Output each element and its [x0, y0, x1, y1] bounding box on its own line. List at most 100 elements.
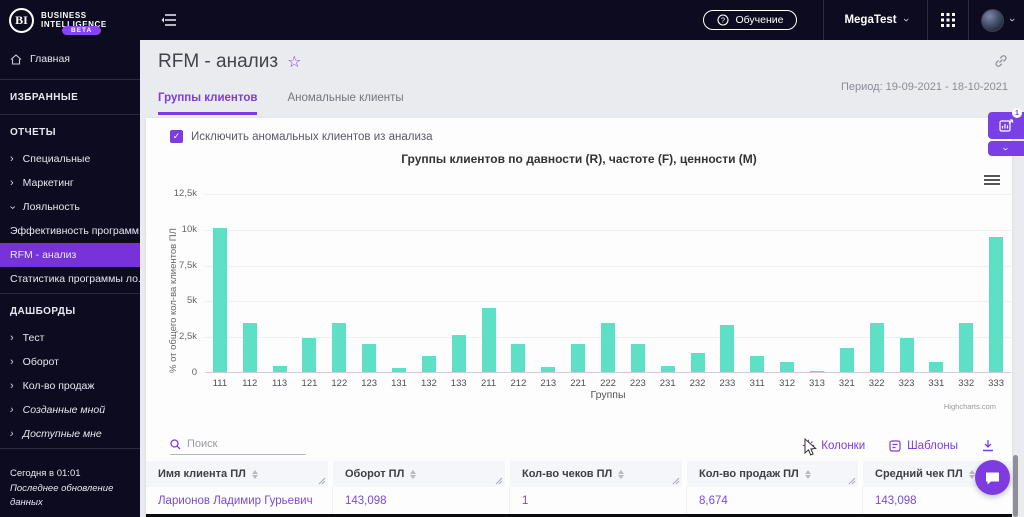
x-tick-label: 321: [838, 378, 855, 389]
column-resize-handle[interactable]: [318, 477, 326, 485]
avatar: [981, 8, 1005, 32]
sidebar-item[interactable]: › Кол-во продаж: [0, 374, 140, 398]
sidebar-item[interactable]: › Оборот: [0, 350, 140, 374]
report-settings-button[interactable]: 1: [988, 108, 1024, 139]
bar-132[interactable]: [421, 355, 436, 372]
sidebar-item[interactable]: › Специальные: [0, 147, 140, 171]
y-tick-label: 0: [191, 367, 197, 378]
x-tick-label: 131: [391, 378, 407, 389]
bar-223[interactable]: [630, 344, 645, 372]
x-tick-label: 132: [420, 378, 437, 389]
favorite-star-icon[interactable]: ☆: [287, 52, 301, 72]
tab-0[interactable]: Группы клиентов: [158, 92, 258, 115]
sidebar: Главная ИЗБРАННЫЕ ОТЧЕТЫ › Специальные › Марк…: [0, 40, 148, 517]
bar-213[interactable]: [541, 367, 556, 372]
chart-menu-button[interactable]: [984, 173, 1000, 187]
client-name-link[interactable]: Ларионов Ладимир Гурьевич: [146, 487, 333, 516]
top-header: BI BUSINESS INTELLIGENCE BETA ? Обучение…: [0, 0, 1024, 40]
bar-113[interactable]: [272, 365, 287, 372]
columns-button[interactable]: Колонки: [802, 439, 865, 452]
x-tick-label: 332: [958, 378, 975, 389]
search-input[interactable]: [187, 438, 297, 450]
column-header[interactable]: Кол-во продаж ПЛ: [687, 461, 863, 487]
workspace-dropdown[interactable]: MegaTest ›: [824, 0, 927, 40]
training-button[interactable]: ? Обучение: [703, 10, 798, 30]
sidebar-item[interactable]: › Доступные мне: [0, 422, 140, 446]
bar-211[interactable]: [481, 308, 496, 372]
help-circle-icon: ?: [717, 14, 729, 26]
exclude-anomalous-checkbox[interactable]: ✓: [170, 130, 183, 143]
chat-button[interactable]: [975, 460, 1010, 495]
last-update-note: Последнее обновление данных: [10, 482, 114, 508]
sidebar-item[interactable]: RFM - анализ: [0, 243, 140, 267]
bar-333[interactable]: [989, 237, 1004, 372]
columns-button-label: Колонки: [821, 439, 866, 452]
bar-111[interactable]: [212, 228, 227, 372]
column-header[interactable]: Кол-во чеков ПЛ: [510, 461, 687, 487]
bar-133[interactable]: [451, 335, 466, 372]
gridline: [205, 229, 1011, 231]
user-menu[interactable]: ›: [969, 0, 1024, 40]
bar-222[interactable]: [601, 323, 615, 372]
bar-212[interactable]: [511, 344, 526, 372]
sidebar-item[interactable]: › Тест: [0, 326, 140, 350]
sidebar-item-home[interactable]: Главная: [0, 40, 140, 77]
x-tick-label: 123: [361, 378, 378, 389]
share-link-icon[interactable]: [994, 54, 1008, 73]
table-row: Ларионов Ладимир Гурьевич 143,098 1 8,674 14…: [146, 487, 1012, 516]
x-tick-label: 211: [481, 378, 497, 389]
apps-grid-button[interactable]: [928, 0, 968, 40]
bar-231[interactable]: [660, 366, 675, 372]
sidebar-item-label: Главная: [30, 53, 70, 65]
sort-icon[interactable]: [804, 469, 811, 479]
bar-322[interactable]: [869, 322, 884, 372]
column-resize-handle[interactable]: [495, 477, 503, 485]
tab-1[interactable]: Аномальные клиенты: [287, 92, 403, 115]
sidebar-section-title: ДАШБОРДЫ: [10, 306, 76, 317]
sidebar-item[interactable]: › Маркетинг: [0, 171, 140, 195]
sort-icon[interactable]: [618, 469, 625, 479]
bar-112[interactable]: [242, 323, 257, 372]
report-settings-expand-button[interactable]: ›: [988, 141, 1024, 156]
sidebar-item[interactable]: Эффективность программ...: [0, 219, 148, 243]
download-button[interactable]: [982, 439, 994, 452]
svg-text:?: ?: [721, 16, 725, 25]
column-header[interactable]: Оборот ПЛ: [333, 461, 510, 487]
bar-332[interactable]: [959, 323, 974, 372]
bar-331[interactable]: [929, 361, 944, 372]
sidebar-item[interactable]: › Созданные мной: [0, 398, 140, 422]
bar-221[interactable]: [571, 344, 586, 372]
bar-122[interactable]: [332, 322, 347, 372]
templates-button[interactable]: Шаблоны: [889, 440, 958, 452]
table-search[interactable]: [170, 438, 306, 455]
home-icon: [10, 53, 22, 65]
bar-121[interactable]: [302, 337, 317, 372]
sort-icon[interactable]: [251, 469, 258, 479]
bar-323[interactable]: [899, 338, 914, 372]
bar-123[interactable]: [362, 344, 377, 372]
x-tick-label: 221: [570, 378, 587, 389]
sort-icon[interactable]: [968, 469, 975, 479]
table-cell: 143,098: [333, 487, 510, 516]
column-resize-handle[interactable]: [848, 477, 856, 485]
sidebar-item[interactable]: Статистика программы ло...: [0, 267, 147, 291]
vertical-scrollbar[interactable]: [1013, 455, 1018, 517]
x-tick-label: 111: [212, 378, 228, 389]
bar-233[interactable]: [720, 324, 735, 372]
bar-131[interactable]: [392, 368, 407, 372]
column-header[interactable]: Имя клиента ПЛ: [146, 461, 333, 487]
column-resize-handle[interactable]: [672, 477, 680, 485]
x-tick-label: 232: [689, 378, 706, 389]
sidebar-item[interactable]: › Лояльность: [0, 195, 140, 219]
sort-icon[interactable]: [410, 469, 417, 479]
bar-313[interactable]: [809, 370, 824, 372]
bar-312[interactable]: [780, 361, 795, 372]
x-tick-label: 231: [659, 378, 676, 389]
bar-311[interactable]: [750, 355, 765, 372]
search-icon: [170, 438, 181, 449]
app-logo[interactable]: BI BUSINESS INTELLIGENCE BETA: [0, 0, 140, 40]
exclude-anomalous-checkbox-row[interactable]: ✓ Исключить аномальных клиентов из анали…: [170, 130, 433, 143]
bar-232[interactable]: [690, 353, 705, 372]
bar-321[interactable]: [839, 347, 854, 372]
collapse-sidebar-button[interactable]: [158, 9, 180, 31]
